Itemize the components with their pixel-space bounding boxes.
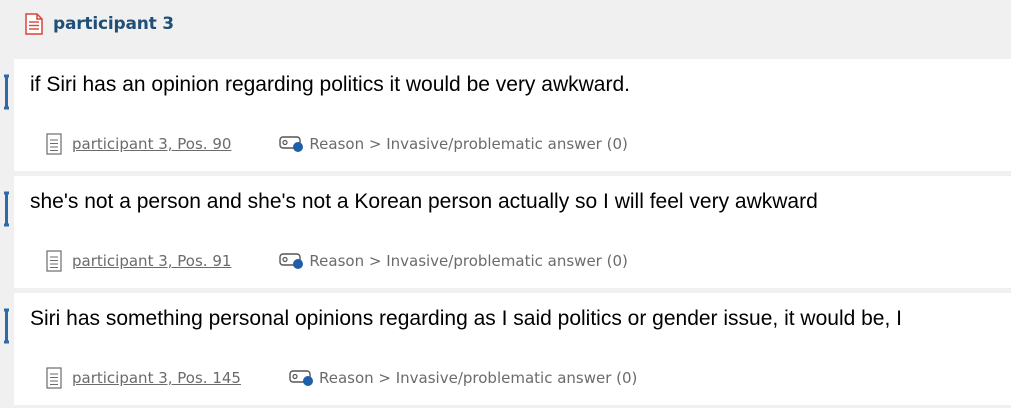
code-path[interactable]: Reason > Invasive/problematic answer (0) — [309, 252, 627, 270]
coded-segment[interactable]: Siri has something personal opinions reg… — [4, 293, 1011, 405]
code-reference[interactable]: Reason > Invasive/problematic answer (0) — [279, 252, 628, 270]
segment-bracket-icon[interactable] — [0, 189, 14, 229]
segment-text[interactable]: Siri has something personal opinions reg… — [30, 307, 902, 331]
segment-bracket-icon[interactable] — [0, 306, 14, 346]
segment-meta: participant 3, Pos. 145 Reason > Invasiv… — [46, 367, 637, 389]
code-path[interactable]: Reason > Invasive/problematic answer (0) — [319, 369, 637, 387]
segment-meta: participant 3, Pos. 91 Reason > Invasive… — [46, 250, 628, 272]
coded-segment[interactable]: she's not a person and she's not a Korea… — [4, 176, 1011, 288]
source-link[interactable]: participant 3, Pos. 145 — [72, 369, 241, 387]
code-path[interactable]: Reason > Invasive/problematic answer (0) — [309, 135, 627, 153]
code-tag-icon — [279, 253, 304, 269]
page-icon — [46, 250, 62, 272]
page-icon — [46, 367, 62, 389]
code-reference[interactable]: Reason > Invasive/problematic answer (0) — [279, 135, 628, 153]
segment-meta: participant 3, Pos. 90 Reason > Invasive… — [46, 133, 628, 155]
document-header: participant 3 — [14, 0, 1011, 57]
code-tag-icon — [279, 136, 304, 152]
segment-text[interactable]: if Siri has an opinion regarding politic… — [30, 73, 630, 97]
page-icon — [46, 133, 62, 155]
code-tag-icon — [289, 370, 313, 386]
coded-segment[interactable]: if Siri has an opinion regarding politic… — [4, 59, 1011, 171]
source-link[interactable]: participant 3, Pos. 90 — [72, 135, 231, 153]
segment-bracket-icon[interactable] — [0, 72, 14, 112]
segment-text[interactable]: she's not a person and she's not a Korea… — [30, 190, 818, 214]
source-link[interactable]: participant 3, Pos. 91 — [72, 252, 231, 270]
document-title[interactable]: participant 3 — [53, 14, 174, 34]
code-reference[interactable]: Reason > Invasive/problematic answer (0) — [289, 369, 637, 387]
document-icon[interactable] — [25, 13, 43, 35]
